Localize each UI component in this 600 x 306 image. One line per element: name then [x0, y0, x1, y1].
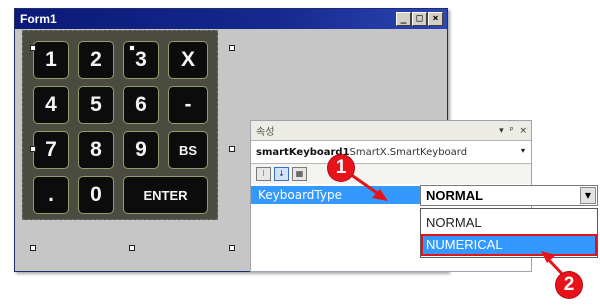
callout-badge-1: 1: [328, 155, 354, 181]
callout-badge-2: 2: [556, 272, 582, 298]
callout-arrow-1: [349, 172, 381, 197]
arrowhead-2-icon: [541, 251, 556, 263]
callout-arrows: [349, 172, 567, 279]
